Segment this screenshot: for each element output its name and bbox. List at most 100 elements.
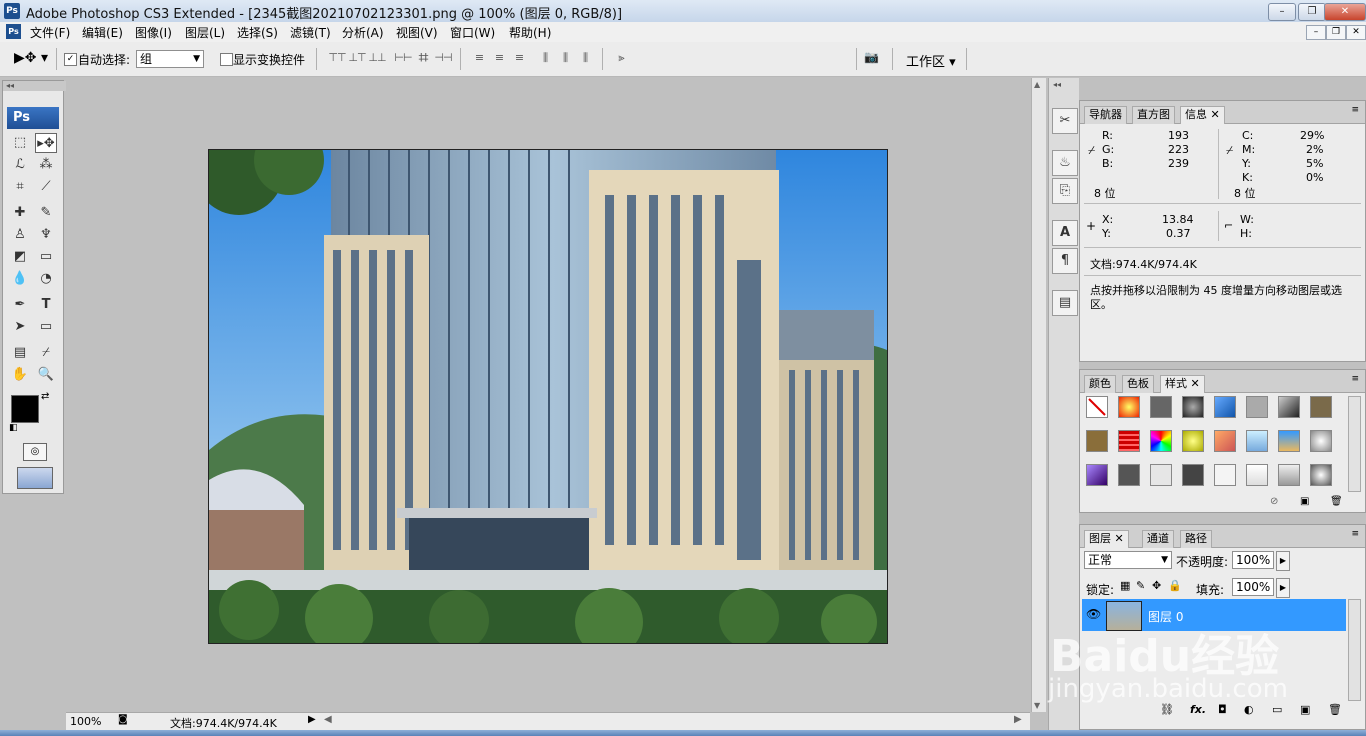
style-swatch[interactable] [1214,430,1236,452]
menu-help[interactable]: 帮助(H) [509,24,551,41]
distribute-bottom-icon[interactable]: ≡ [508,51,530,67]
delete-layer-icon[interactable]: 🗑 [1328,703,1342,716]
menu-layer[interactable]: 图层(L) [185,24,225,41]
zoom-tool-icon[interactable]: 🔍 [35,365,57,385]
quick-mask-icon[interactable]: ◎ [23,443,47,461]
hscroll-right-icon[interactable]: ▶ [1014,714,1022,725]
eye-icon[interactable]: 👁 [1086,607,1101,621]
menu-window[interactable]: 窗口(W) [450,24,495,41]
slice-tool-icon[interactable]: ⟋ [35,177,57,197]
character-icon[interactable]: A [1052,220,1078,246]
tab-color[interactable]: 颜色 [1084,375,1116,393]
dodge-tool-icon[interactable]: ◔ [35,269,57,289]
crop-tool-icon[interactable]: ⌗ [9,177,31,197]
style-swatch[interactable] [1278,396,1300,418]
history-brush-tool-icon[interactable]: ♆ [35,225,57,245]
auto-select-checkbox[interactable]: ✓ [64,53,77,66]
blur-tool-icon[interactable]: 💧 [9,269,31,289]
pen-tool-icon[interactable]: ✒ [9,295,31,315]
menu-analysis[interactable]: 分析(A) [342,24,384,41]
styles-scrollbar[interactable] [1348,396,1361,492]
default-colors-icon[interactable]: ◧ [9,423,18,433]
tool-presets-icon[interactable]: ✂ [1052,108,1078,134]
move-tool-icon[interactable]: ▸✥ [35,133,57,153]
menu-view[interactable]: 视图(V) [396,24,438,41]
scroll-up-icon[interactable]: ▲ [1034,80,1040,89]
clone-stamp-tool-icon[interactable]: ♙ [9,225,31,245]
tab-swatches[interactable]: 色板 [1122,375,1154,393]
layers-panel-menu-icon[interactable]: ≡ [1351,529,1359,539]
style-swatch[interactable] [1246,396,1268,418]
new-group-icon[interactable]: ▭ [1272,703,1282,716]
menu-file[interactable]: 文件(F) [30,24,70,41]
lock-position-icon[interactable]: ✥ [1152,579,1161,592]
trash-icon[interactable]: 🗑 [1330,496,1343,507]
distribute-top-icon[interactable]: ≡ [468,51,490,67]
menu-image[interactable]: 图像(I) [135,24,172,41]
align-top-icon[interactable]: ⊤⊤ [326,51,348,67]
lock-transparent-icon[interactable]: ▦ [1120,579,1130,592]
panel-menu-icon[interactable]: ≡ [1351,105,1359,115]
show-transform-checkbox[interactable] [220,53,233,66]
distribute-left-icon[interactable]: ⫼ [534,51,556,67]
style-swatch[interactable] [1086,430,1108,452]
adjustment-layer-icon[interactable]: ◐ [1244,703,1254,716]
workspace-button[interactable]: 工作区 ▾ [906,51,956,70]
lock-image-icon[interactable]: ✎ [1136,579,1145,592]
doc-minimize-button[interactable]: – [1306,25,1326,40]
doc-close-button[interactable]: ✕ [1346,25,1366,40]
menu-edit[interactable]: 编辑(E) [82,24,123,41]
new-layer-icon[interactable]: ▣ [1300,703,1310,716]
link-layers-icon[interactable]: ⛓ [1160,703,1174,716]
opacity-input[interactable]: 100% [1232,551,1274,569]
style-swatch[interactable] [1278,464,1300,486]
style-swatch[interactable] [1150,464,1172,486]
doc-restore-button[interactable]: ❐ [1326,25,1346,40]
styles-panel-menu-icon[interactable]: ≡ [1351,374,1359,384]
distribute-vcenter-icon[interactable]: ≡ [488,51,510,67]
auto-align-icon[interactable]: ⫸ [610,51,632,67]
toolbox-header[interactable]: ◂◂ [3,81,66,91]
fill-slider-arrow-icon[interactable]: ▶ [1276,578,1290,598]
dock-collapse-icon[interactable]: ◂◂ [1053,80,1061,89]
auto-select-dropdown[interactable]: 组 ▼ [136,50,204,68]
align-vcenter-icon[interactable]: ⊥⊤ [346,51,368,67]
hscroll-left-icon[interactable]: ◀ [324,714,332,725]
lasso-tool-icon[interactable]: ℒ [9,155,31,175]
style-swatch[interactable] [1118,464,1140,486]
tab-histogram[interactable]: 直方图 [1132,106,1175,124]
layer-style-icon[interactable]: fx. [1190,703,1206,716]
style-swatch[interactable] [1310,430,1332,452]
new-style-icon[interactable]: ▣ [1300,496,1309,507]
opacity-slider-arrow-icon[interactable]: ▶ [1276,551,1290,571]
style-swatch[interactable] [1118,396,1140,418]
hand-tool-icon[interactable]: ✋ [9,365,31,385]
shape-tool-icon[interactable]: ▭ [35,317,57,337]
style-swatch[interactable] [1150,396,1172,418]
style-swatch[interactable] [1214,396,1236,418]
magic-wand-tool-icon[interactable]: ⁂ [35,155,57,175]
distribute-hcenter-icon[interactable]: ⫼ [554,51,576,67]
delete-style-icon[interactable]: ⊘ [1270,496,1278,507]
lock-all-icon[interactable]: 🔒 [1168,579,1182,592]
scroll-down-icon[interactable]: ▼ [1034,701,1040,710]
healing-brush-tool-icon[interactable]: ✚ [9,203,31,223]
type-tool-icon[interactable]: T [35,295,57,315]
move-tool-preset-icon[interactable]: ▶✥ ▾ [14,50,48,66]
eraser-tool-icon[interactable]: ◩ [9,247,31,267]
notes-tool-icon[interactable]: ▤ [9,343,31,363]
gradient-tool-icon[interactable]: ▭ [35,247,57,267]
fill-input[interactable]: 100% [1232,578,1274,596]
status-icon[interactable]: ◙ [118,714,128,725]
align-bottom-icon[interactable]: ⊥⊥ [366,51,388,67]
brush-tool-icon[interactable]: ✎ [35,203,57,223]
distribute-right-icon[interactable]: ⫼ [574,51,596,67]
style-none-swatch[interactable] [1086,396,1108,418]
style-swatch[interactable] [1118,430,1140,452]
style-swatch[interactable] [1278,430,1300,452]
tab-channels[interactable]: 通道 [1142,530,1174,548]
maximize-button[interactable]: ❐ [1298,3,1326,21]
tab-paths[interactable]: 路径 [1180,530,1212,548]
document-image[interactable] [208,149,888,644]
tab-layers[interactable]: 图层 ✕ [1084,530,1129,548]
